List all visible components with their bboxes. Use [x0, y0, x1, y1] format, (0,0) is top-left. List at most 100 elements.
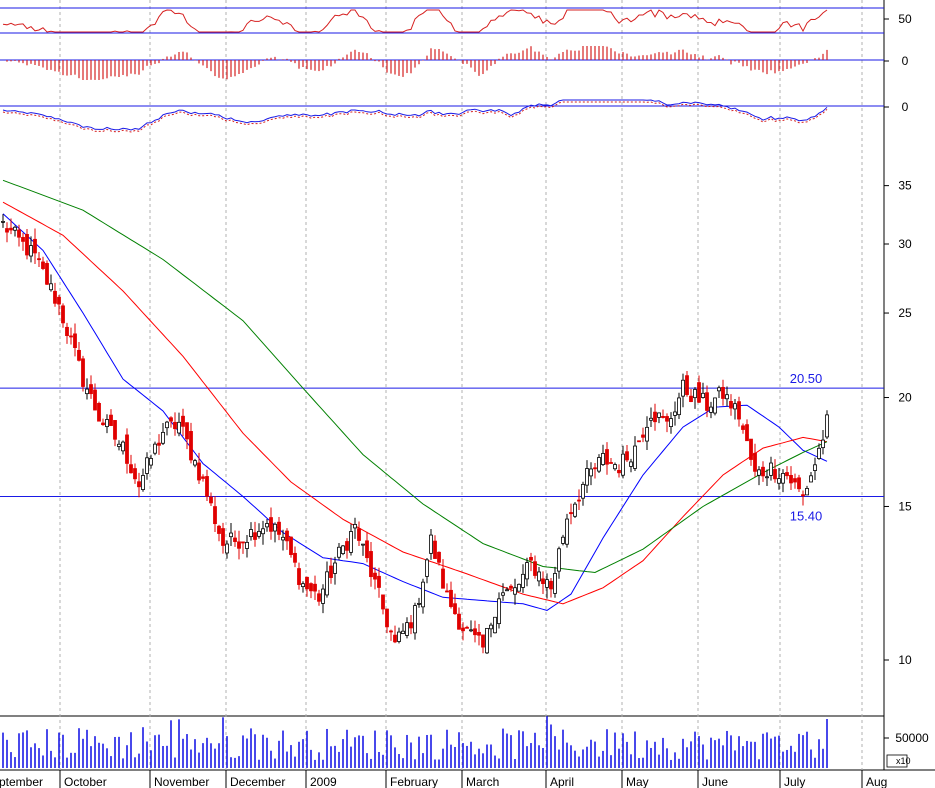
candlestick [565, 513, 569, 548]
month-label: May [626, 775, 649, 788]
price-tick-label: 35 [898, 179, 912, 193]
candle-body [33, 238, 37, 254]
candle-body [753, 452, 757, 472]
candlestick [81, 355, 85, 392]
candle-body [401, 630, 405, 635]
candle-body [309, 583, 313, 592]
candle-body [357, 528, 361, 541]
candle-body [225, 543, 229, 554]
candle-body [289, 536, 293, 555]
candle-body [137, 481, 141, 488]
candlestick [713, 397, 717, 416]
candle-body [21, 237, 25, 242]
candle-body [461, 627, 465, 632]
candle-body [117, 443, 121, 447]
price-tick-label: 30 [898, 237, 912, 251]
candle-body [665, 416, 669, 422]
month-label: July [784, 775, 805, 788]
candle-body [697, 382, 701, 403]
candle-body [325, 571, 329, 596]
candle-body [501, 592, 505, 596]
candle-body [565, 518, 569, 545]
candlestick [517, 583, 521, 592]
candle-body [181, 415, 185, 427]
candle-body [413, 605, 417, 634]
candle-body [633, 445, 637, 469]
candle-body [473, 628, 477, 636]
candle-body [637, 440, 641, 443]
candle-body [805, 488, 809, 496]
candle-body [177, 421, 181, 434]
candlestick [289, 536, 293, 558]
candle-body [653, 411, 657, 423]
candle-body [601, 453, 605, 465]
candle-body [793, 478, 797, 483]
month-label: ptember [0, 775, 43, 788]
candle-body [349, 531, 353, 553]
candle-body [61, 305, 65, 324]
candle-body [297, 568, 301, 585]
candle-body [525, 562, 529, 580]
candle-body [277, 521, 281, 535]
candle-body [745, 424, 749, 442]
candle-body [761, 466, 765, 477]
candle-body [321, 588, 325, 604]
candle-body [573, 503, 577, 517]
candle-body [553, 573, 557, 594]
candle-body [165, 421, 169, 429]
candle-body [433, 540, 437, 559]
candle-body [429, 534, 433, 554]
candle-body [693, 389, 697, 399]
candle-body [125, 434, 129, 464]
month-label: March [466, 775, 499, 788]
candle-body [409, 622, 413, 629]
candle-body [17, 229, 21, 238]
candle-body [29, 245, 33, 257]
candle-body [377, 575, 381, 588]
candle-body [9, 227, 13, 231]
candle-body [249, 529, 253, 538]
candle-body [93, 389, 97, 411]
candle-body [609, 462, 613, 464]
candle-body [469, 629, 473, 632]
candle-body [813, 464, 817, 471]
candle-body [73, 333, 77, 348]
candle-body [197, 462, 201, 481]
candle-body [809, 475, 813, 483]
candle-body [493, 616, 497, 634]
candle-body [509, 585, 513, 589]
candle-body [489, 624, 493, 630]
candle-body [537, 571, 541, 582]
candle-body [557, 548, 561, 572]
candle-body [605, 449, 609, 465]
candle-body [669, 418, 673, 427]
candle-body [645, 426, 649, 442]
candle-body [685, 375, 689, 395]
candle-body [777, 478, 781, 484]
month-label: June [702, 775, 728, 788]
candle-body [281, 536, 285, 541]
candle-body [397, 631, 401, 642]
candlestick [493, 616, 497, 634]
candle-body [541, 578, 545, 584]
candle-body [677, 397, 681, 416]
candle-body [381, 594, 385, 610]
candle-body [765, 476, 769, 479]
candle-body [77, 349, 81, 361]
candle-body [465, 626, 469, 629]
candle-body [613, 464, 617, 470]
candle-body [317, 593, 321, 602]
candle-body [749, 438, 753, 460]
candle-body [801, 494, 805, 497]
candle-body [549, 580, 553, 590]
candle-body [133, 468, 137, 480]
candle-body [405, 622, 409, 636]
stock-chart: 20.50 15.40 ptember October November Decembe… [0, 0, 935, 788]
candle-body [733, 403, 737, 410]
month-label: April [550, 775, 574, 788]
candle-body [497, 598, 501, 625]
candle-body [561, 536, 565, 544]
candle-body [269, 517, 273, 532]
candle-body [69, 335, 73, 338]
candle-body [169, 417, 173, 422]
